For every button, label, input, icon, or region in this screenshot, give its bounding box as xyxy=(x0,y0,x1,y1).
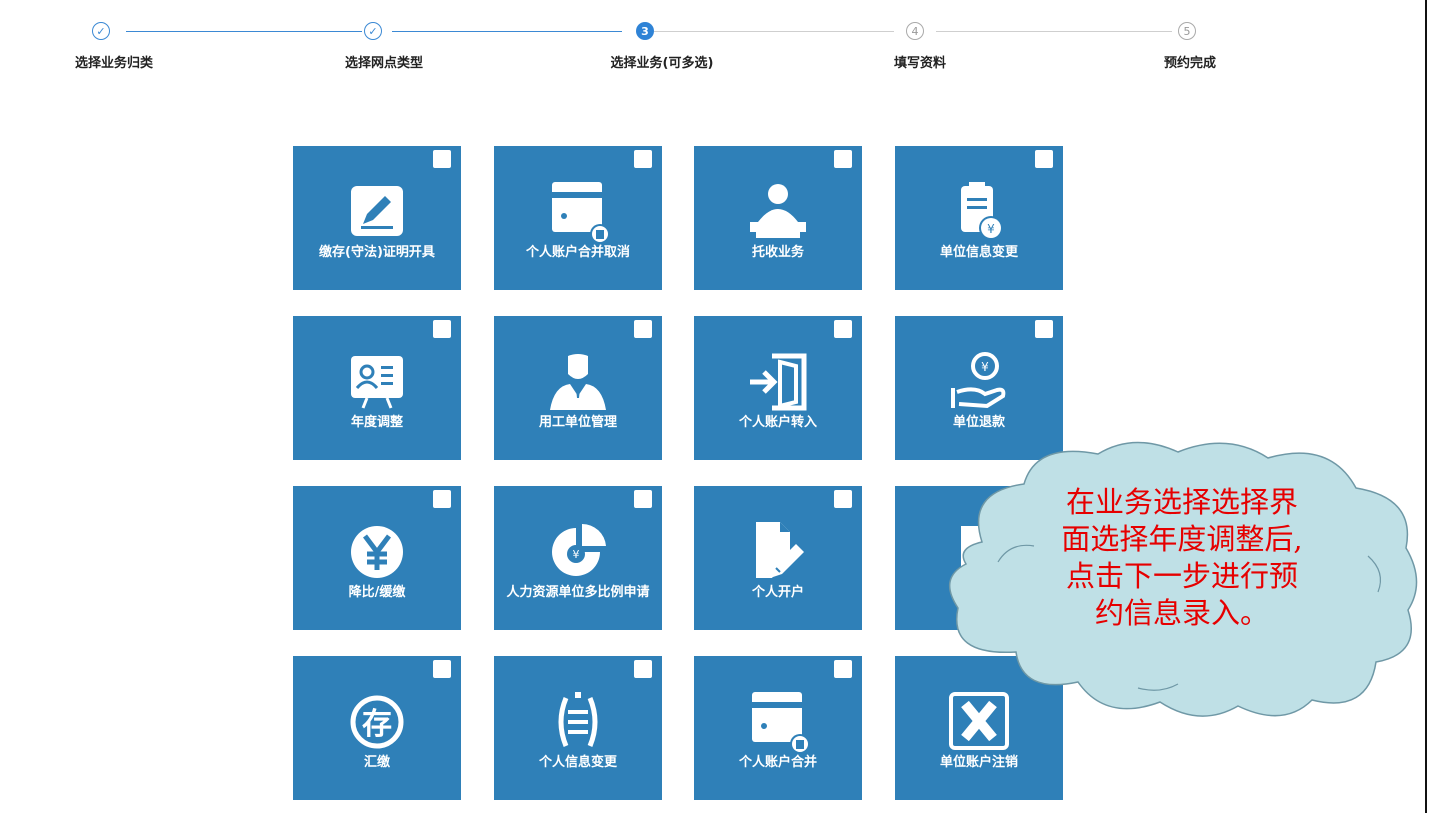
tile-label: 托收业务 xyxy=(751,245,804,260)
step-connector-1 xyxy=(126,31,362,32)
tile-checkbox[interactable] xyxy=(634,320,652,338)
tile-label: 单位退款 xyxy=(952,415,1005,430)
tile-label: 个人账户转入 xyxy=(738,415,817,430)
deposit-seal-icon: 存 xyxy=(345,692,409,756)
tile-employer-management[interactable]: 用工单位管理 xyxy=(494,316,662,460)
info-list-icon xyxy=(546,692,610,756)
callout-line-3: 点击下一步进行预 xyxy=(1065,559,1298,593)
tile-collection-service[interactable]: 托收业务 xyxy=(694,146,862,290)
callout-line-2: 面选择年度调整后, xyxy=(1061,522,1303,556)
counter-clerk-icon xyxy=(746,182,810,246)
tile-label: 用工单位管理 xyxy=(538,415,617,430)
step-1-label: 选择业务归类 xyxy=(74,56,154,71)
callout-line-4: 约信息录入。 xyxy=(1094,596,1269,630)
svg-text:¥: ¥ xyxy=(981,360,989,374)
yuan-circle-icon xyxy=(345,522,409,586)
tile-label: 个人账户合并 xyxy=(738,755,817,770)
svg-text:¥: ¥ xyxy=(573,548,580,561)
tile-label: 个人信息变更 xyxy=(538,755,617,770)
pie-chart-yuan-icon: ¥ xyxy=(546,522,610,586)
step-2-check-icon: ✓ xyxy=(364,22,382,40)
tile-annual-adjustment[interactable]: 年度调整 xyxy=(293,316,461,460)
progress-stepper: ✓ ✓ 3 4 5 选择业务归类 选择网点类型 选择业务(可多选) 填写资料 预… xyxy=(0,0,1429,80)
step-2-label: 选择网点类型 xyxy=(344,56,424,71)
tile-checkbox[interactable] xyxy=(834,660,852,678)
tile-personal-account-opening[interactable]: 个人开户 xyxy=(694,486,862,630)
step-5-number-badge: 5 xyxy=(1178,22,1196,40)
step-connector-2 xyxy=(392,31,622,32)
tile-unit-info-change[interactable]: ¥ 单位信息变更 xyxy=(895,146,1063,290)
tile-label: 人力资源单位多比例申请 xyxy=(506,585,650,600)
step-3-label: 选择业务(可多选) xyxy=(610,56,714,71)
tile-account-transfer-in[interactable]: 个人账户转入 xyxy=(694,316,862,460)
tile-label: 缴存(守法)证明开具 xyxy=(319,245,435,260)
callout-text: 在业务选择选择界 面选择年度调整后, 点击下一步进行预 约信息录入。 xyxy=(994,484,1370,632)
tile-checkbox[interactable] xyxy=(1035,150,1053,168)
tile-account-merge-cancel[interactable]: 个人账户合并取消 xyxy=(494,146,662,290)
tile-checkbox[interactable] xyxy=(834,320,852,338)
refund-coins-icon: ¥ xyxy=(947,352,1011,416)
tile-label: 个人账户合并取消 xyxy=(525,245,630,260)
tile-rate-reduction-deferral[interactable]: 降比/缓缴 xyxy=(293,486,461,630)
tile-label: 降比/缓缴 xyxy=(348,585,406,600)
tile-label: 汇缴 xyxy=(363,755,390,770)
step-connector-4 xyxy=(936,31,1172,32)
tile-checkbox[interactable] xyxy=(433,150,451,168)
document-edit-icon xyxy=(746,522,810,586)
tile-checkbox[interactable] xyxy=(634,150,652,168)
step-1-check-icon: ✓ xyxy=(92,22,110,40)
tile-label: 单位账户注销 xyxy=(939,755,1018,770)
step-4-number-badge: 4 xyxy=(906,22,924,40)
instruction-callout-cloud: 在业务选择选择界 面选择年度调整后, 点击下一步进行预 约信息录入。 xyxy=(938,432,1426,724)
tile-label: 年度调整 xyxy=(350,415,403,430)
tile-checkbox[interactable] xyxy=(433,490,451,508)
tile-checkbox[interactable] xyxy=(634,660,652,678)
callout-line-1: 在业务选择选择界 xyxy=(1065,485,1298,519)
tile-remittance[interactable]: 存 汇缴 xyxy=(293,656,461,800)
bank-card-icon xyxy=(746,692,810,756)
tile-label: 个人开户 xyxy=(751,585,804,600)
tile-label: 单位信息变更 xyxy=(939,245,1018,260)
tile-account-merge[interactable]: 个人账户合并 xyxy=(694,656,862,800)
tile-multi-ratio-application[interactable]: ¥ 人力资源单位多比例申请 xyxy=(494,486,662,630)
step-3-number-badge: 3 xyxy=(636,22,654,40)
tile-deposit-certificate[interactable]: 缴存(守法)证明开具 xyxy=(293,146,461,290)
step-4-label: 填写资料 xyxy=(893,56,947,71)
tile-personal-info-change[interactable]: 个人信息变更 xyxy=(494,656,662,800)
transfer-in-icon xyxy=(746,352,810,416)
step-connector-3 xyxy=(654,31,894,32)
tile-checkbox[interactable] xyxy=(433,660,451,678)
step-5-label: 预约完成 xyxy=(1163,56,1217,71)
svg-text:存: 存 xyxy=(362,707,392,742)
tile-checkbox[interactable] xyxy=(433,320,451,338)
bank-card-icon xyxy=(546,182,610,246)
tile-checkbox[interactable] xyxy=(1035,320,1053,338)
id-card-icon xyxy=(345,352,409,416)
clipboard-yuan-icon: ¥ xyxy=(947,182,1011,246)
svg-text:¥: ¥ xyxy=(987,222,995,236)
tile-checkbox[interactable] xyxy=(834,150,852,168)
employee-icon xyxy=(546,352,610,416)
tile-checkbox[interactable] xyxy=(834,490,852,508)
tile-checkbox[interactable] xyxy=(634,490,652,508)
certificate-pen-icon xyxy=(345,182,409,246)
